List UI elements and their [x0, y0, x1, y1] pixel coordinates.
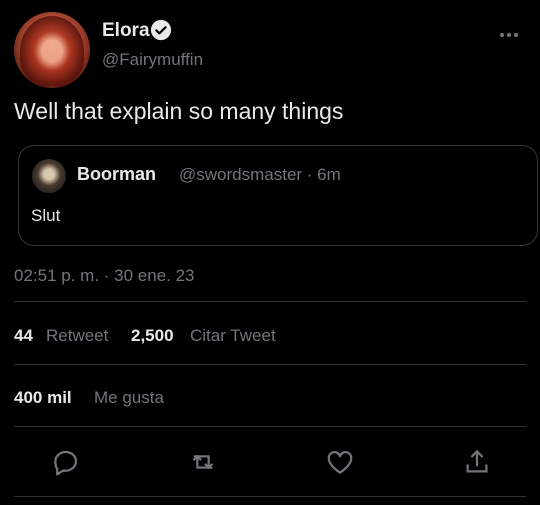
reply-button[interactable]	[51, 447, 81, 477]
divider	[14, 426, 526, 427]
quoted-author-avatar	[32, 159, 66, 193]
tweet-timestamp[interactable]: 02:51 p. m. · 30 ene. 23	[14, 266, 195, 286]
quoted-tweet-card[interactable]: Boorman @swordsmaster · 6m Slut	[18, 145, 538, 246]
author-name[interactable]: Elora	[102, 20, 150, 42]
verified-badge-icon	[150, 19, 172, 41]
quoted-tweet-text: Slut	[31, 206, 61, 225]
author-handle[interactable]: @Fairymuffin	[102, 50, 203, 70]
quoted-author-handle-time: @swordsmaster · 6m	[179, 165, 341, 184]
retweet-icon	[192, 454, 214, 470]
likes-label[interactable]: Me gusta	[94, 388, 164, 408]
share-button[interactable]	[462, 447, 492, 477]
avatar-image	[20, 16, 84, 86]
quotes-label[interactable]: Citar Tweet	[190, 326, 276, 346]
divider	[14, 364, 526, 365]
more-horizontal-icon[interactable]	[498, 24, 520, 46]
like-button[interactable]	[325, 447, 355, 477]
quotes-count[interactable]: 2,500	[131, 326, 174, 346]
author-avatar[interactable]	[14, 12, 90, 88]
quoted-author-name: Boorman	[77, 164, 157, 184]
heart-icon	[327, 451, 353, 474]
retweets-label[interactable]: Retweet	[46, 326, 108, 346]
retweets-count[interactable]: 44	[14, 326, 33, 346]
reply-icon	[54, 450, 78, 476]
divider	[14, 301, 526, 302]
divider	[14, 496, 526, 497]
share-icon	[466, 449, 488, 473]
tweet-text: Well that explain so many things	[14, 98, 344, 124]
likes-count[interactable]: 400 mil	[14, 388, 72, 408]
retweet-button[interactable]	[188, 447, 218, 477]
